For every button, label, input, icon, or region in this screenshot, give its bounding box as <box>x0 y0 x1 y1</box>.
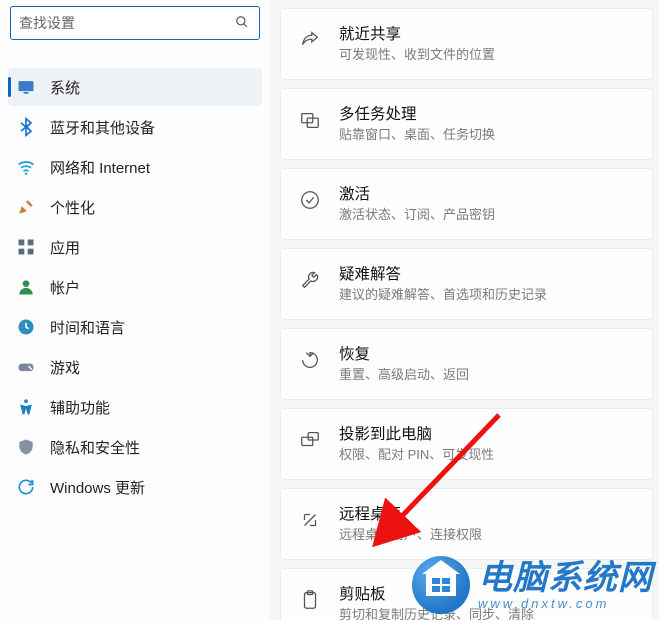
sidebar-item-label: 网络和 Internet <box>50 157 150 178</box>
sidebar-item-update[interactable]: Windows 更新 <box>8 468 262 506</box>
apps-icon <box>16 237 36 257</box>
sidebar-item-privacy[interactable]: 隐私和安全性 <box>8 428 262 466</box>
personalize-icon <box>16 197 36 217</box>
time-icon <box>16 317 36 337</box>
sidebar-item-label: 帐户 <box>50 277 80 298</box>
settings-sidebar: 系统蓝牙和其他设备网络和 Internet 个性化应用帐户时间和语言游戏辅助功能隐… <box>0 0 270 620</box>
card-description: 远程桌面用户、连接权限 <box>339 527 634 543</box>
bluetooth-icon <box>16 117 36 137</box>
card-title: 远程桌面 <box>339 505 634 524</box>
sidebar-item-time[interactable]: 时间和语言 <box>8 308 262 346</box>
sidebar-item-label: 游戏 <box>50 357 80 378</box>
sidebar-item-label: 应用 <box>50 237 80 258</box>
card-title: 恢复 <box>339 345 634 364</box>
accessibility-icon <box>16 397 36 417</box>
recovery-icon <box>297 347 323 373</box>
nav-list: 系统蓝牙和其他设备网络和 Internet 个性化应用帐户时间和语言游戏辅助功能隐… <box>8 68 262 506</box>
share-icon <box>297 27 323 53</box>
clipboard-icon <box>297 587 323 613</box>
sidebar-item-label: 隐私和安全性 <box>50 437 140 458</box>
project-icon <box>297 427 323 453</box>
search-input[interactable] <box>19 15 235 31</box>
card-title: 剪贴板 <box>339 585 634 604</box>
sidebar-item-label: 时间和语言 <box>50 317 125 338</box>
card-description: 激活状态、订阅、产品密钥 <box>339 207 634 223</box>
card-description: 贴靠窗口、桌面、任务切换 <box>339 127 634 143</box>
card-description: 建议的疑难解答、首选项和历史记录 <box>339 287 634 303</box>
sidebar-item-label: 辅助功能 <box>50 397 110 418</box>
search-icon <box>235 15 249 32</box>
multitask-icon <box>297 107 323 133</box>
sidebar-item-label: 个性化 <box>50 197 95 218</box>
settings-content: 就近共享可发现性、收到文件的位置多任务处理贴靠窗口、桌面、任务切换激活激活状态、… <box>270 0 659 620</box>
card-title: 就近共享 <box>339 25 634 44</box>
card-title: 投影到此电脑 <box>339 425 634 444</box>
sidebar-item-accessibility[interactable]: 辅助功能 <box>8 388 262 426</box>
sidebar-item-system[interactable]: 系统 <box>8 68 262 106</box>
sidebar-item-personalize[interactable]: 个性化 <box>8 188 262 226</box>
account-icon <box>16 277 36 297</box>
sidebar-item-apps[interactable]: 应用 <box>8 228 262 266</box>
settings-card-share[interactable]: 就近共享可发现性、收到文件的位置 <box>280 8 653 80</box>
card-title: 多任务处理 <box>339 105 634 124</box>
card-title: 疑难解答 <box>339 265 634 284</box>
sidebar-item-gaming[interactable]: 游戏 <box>8 348 262 386</box>
settings-card-project[interactable]: 投影到此电脑权限、配对 PIN、可发现性 <box>280 408 653 480</box>
sidebar-item-bluetooth[interactable]: 蓝牙和其他设备 <box>8 108 262 146</box>
card-description: 重置、高级启动、返回 <box>339 367 634 383</box>
sidebar-item-label: 系统 <box>50 77 80 98</box>
remote-icon <box>297 507 323 533</box>
settings-card-multitask[interactable]: 多任务处理贴靠窗口、桌面、任务切换 <box>280 88 653 160</box>
settings-card-troubleshoot[interactable]: 疑难解答建议的疑难解答、首选项和历史记录 <box>280 248 653 320</box>
settings-card-remote[interactable]: 远程桌面远程桌面用户、连接权限 <box>280 488 653 560</box>
card-title: 激活 <box>339 185 634 204</box>
system-icon <box>16 77 36 97</box>
settings-card-activation[interactable]: 激活激活状态、订阅、产品密钥 <box>280 168 653 240</box>
sidebar-item-label: Windows 更新 <box>50 477 145 498</box>
card-description: 可发现性、收到文件的位置 <box>339 47 634 63</box>
troubleshoot-icon <box>297 267 323 293</box>
sidebar-item-account[interactable]: 帐户 <box>8 268 262 306</box>
settings-card-clipboard[interactable]: 剪贴板剪切和复制历史记录、同步、清除 <box>280 568 653 620</box>
card-description: 权限、配对 PIN、可发现性 <box>339 447 634 463</box>
settings-card-recovery[interactable]: 恢复重置、高级启动、返回 <box>280 328 653 400</box>
gaming-icon <box>16 357 36 377</box>
activation-icon <box>297 187 323 213</box>
sidebar-item-wifi[interactable]: 网络和 Internet <box>8 148 262 186</box>
card-description: 剪切和复制历史记录、同步、清除 <box>339 607 634 620</box>
update-icon <box>16 477 36 497</box>
search-box[interactable] <box>10 6 260 40</box>
wifi-icon <box>16 157 36 177</box>
sidebar-item-label: 蓝牙和其他设备 <box>50 117 155 138</box>
privacy-icon <box>16 437 36 457</box>
